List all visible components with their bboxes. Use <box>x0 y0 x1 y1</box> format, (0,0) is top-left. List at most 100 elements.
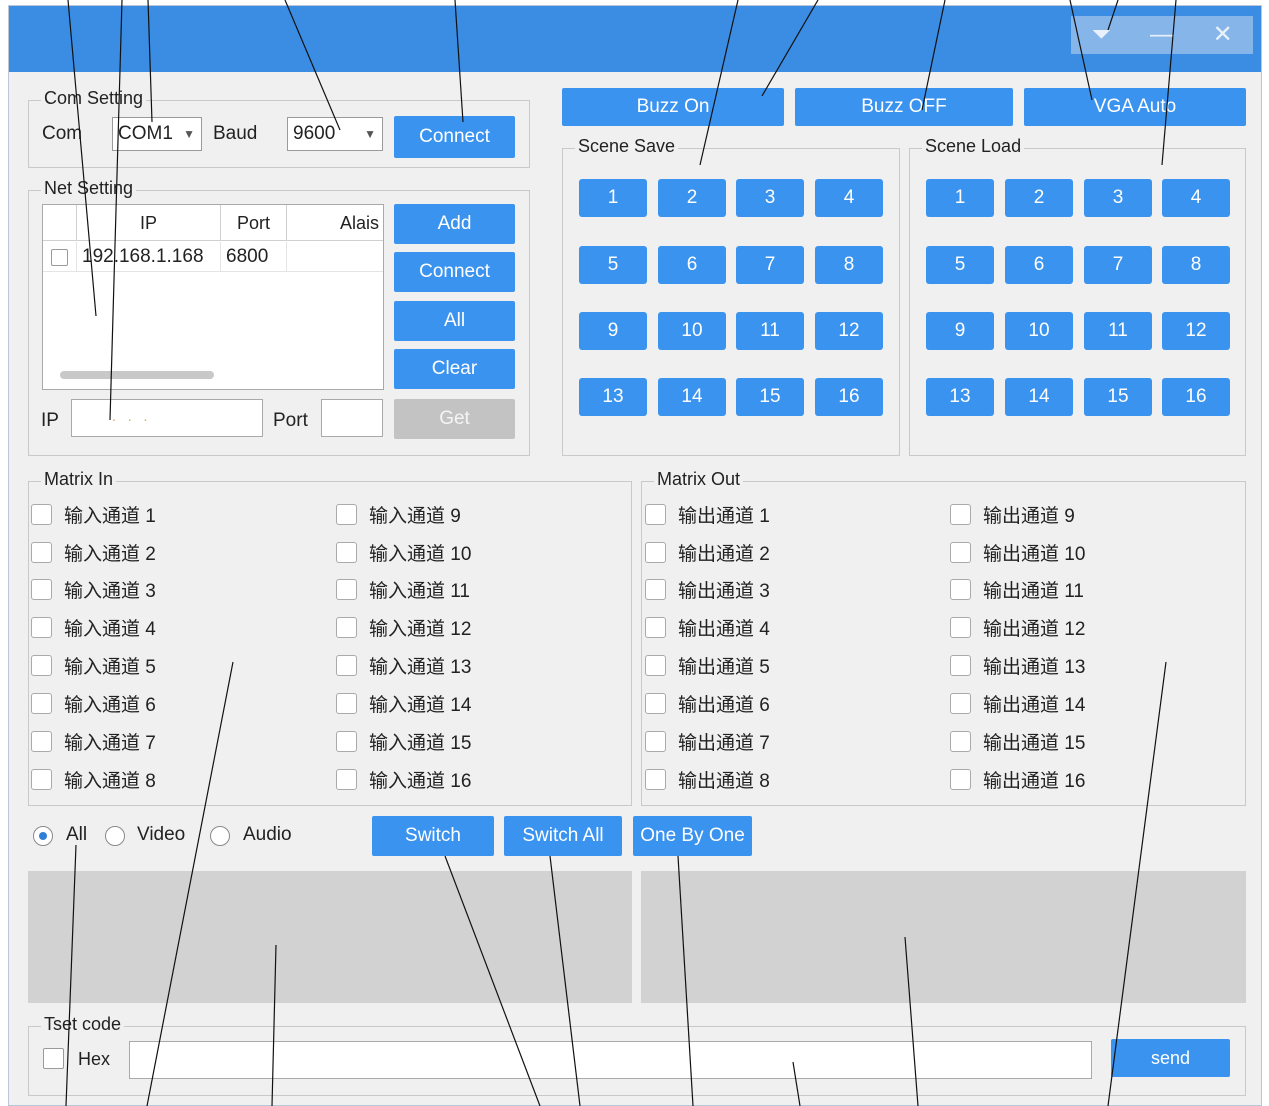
matrix-in-channel-12[interactable]: 输入通道 12 <box>336 615 471 640</box>
com-connect-button[interactable]: Connect <box>394 116 515 158</box>
channel-checkbox[interactable] <box>336 768 357 790</box>
channel-checkbox[interactable] <box>645 654 666 676</box>
scene-load-button-3[interactable]: 3 <box>1084 179 1152 217</box>
matrix-in-channel-8[interactable]: 输入通道 8 <box>31 767 156 792</box>
mode-video-label[interactable]: Video <box>137 824 185 846</box>
matrix-in-channel-5[interactable]: 输入通道 5 <box>31 653 156 678</box>
channel-checkbox[interactable] <box>336 654 357 676</box>
channel-checkbox[interactable] <box>950 692 971 714</box>
matrix-out-channel-11[interactable]: 输出通道 11 <box>950 577 1084 602</box>
scene-save-button-9[interactable]: 9 <box>579 312 647 350</box>
all-button[interactable]: All <box>394 301 515 341</box>
scene-load-button-13[interactable]: 13 <box>926 378 994 416</box>
buzz-on-button[interactable]: Buzz On <box>562 88 784 126</box>
scene-load-button-7[interactable]: 7 <box>1084 246 1152 284</box>
matrix-in-channel-15[interactable]: 输入通道 15 <box>336 729 471 754</box>
channel-checkbox[interactable] <box>31 541 52 563</box>
matrix-out-channel-10[interactable]: 输出通道 10 <box>950 540 1085 565</box>
matrix-out-channel-14[interactable]: 输出通道 14 <box>950 691 1085 716</box>
scene-load-button-2[interactable]: 2 <box>1005 179 1073 217</box>
channel-checkbox[interactable] <box>950 503 971 525</box>
scene-save-button-15[interactable]: 15 <box>736 378 804 416</box>
table-cell-alias[interactable] <box>287 242 383 272</box>
matrix-in-channel-4[interactable]: 输入通道 4 <box>31 615 156 640</box>
channel-checkbox[interactable] <box>950 654 971 676</box>
minimize-icon[interactable]: — <box>1137 16 1187 54</box>
channel-checkbox[interactable] <box>31 692 52 714</box>
mode-audio-label[interactable]: Audio <box>243 824 292 846</box>
one-by-one-button[interactable]: One By One <box>633 816 752 856</box>
buzz-off-button[interactable]: Buzz OFF <box>795 88 1013 126</box>
matrix-in-channel-7[interactable]: 输入通道 7 <box>31 729 156 754</box>
channel-checkbox[interactable] <box>31 578 52 600</box>
get-button[interactable]: Get <box>394 399 515 439</box>
matrix-out-channel-6[interactable]: 输出通道 6 <box>645 691 770 716</box>
matrix-out-channel-2[interactable]: 输出通道 2 <box>645 540 770 565</box>
scene-save-button-10[interactable]: 10 <box>658 312 726 350</box>
vga-auto-button[interactable]: VGA Auto <box>1024 88 1246 126</box>
scene-save-button-14[interactable]: 14 <box>658 378 726 416</box>
test-code-input[interactable] <box>129 1041 1092 1079</box>
matrix-out-channel-16[interactable]: 输出通道 16 <box>950 767 1085 792</box>
channel-checkbox[interactable] <box>645 768 666 790</box>
mode-all-label[interactable]: All <box>66 824 87 846</box>
matrix-out-channel-13[interactable]: 输出通道 13 <box>950 653 1085 678</box>
scene-load-button-4[interactable]: 4 <box>1162 179 1230 217</box>
matrix-in-channel-9[interactable]: 输入通道 9 <box>336 502 461 527</box>
close-icon[interactable]: ✕ <box>1198 16 1248 54</box>
com-port-select[interactable]: COM1 ▼ <box>112 117 202 151</box>
channel-checkbox[interactable] <box>950 616 971 638</box>
scene-load-button-9[interactable]: 9 <box>926 312 994 350</box>
scene-load-button-11[interactable]: 11 <box>1084 312 1152 350</box>
matrix-in-channel-13[interactable]: 输入通道 13 <box>336 653 471 678</box>
hex-checkbox[interactable] <box>43 1048 64 1069</box>
channel-checkbox[interactable] <box>950 541 971 563</box>
baud-select[interactable]: 9600 ▼ <box>287 117 383 151</box>
scene-load-button-16[interactable]: 16 <box>1162 378 1230 416</box>
scene-load-button-14[interactable]: 14 <box>1005 378 1073 416</box>
menu-icon[interactable]: ⏷ <box>1076 16 1126 54</box>
matrix-in-channel-10[interactable]: 输入通道 10 <box>336 540 471 565</box>
matrix-in-channel-1[interactable]: 输入通道 1 <box>31 502 156 527</box>
switch-button[interactable]: Switch <box>372 816 494 856</box>
channel-checkbox[interactable] <box>950 578 971 600</box>
matrix-out-channel-12[interactable]: 输出通道 12 <box>950 615 1085 640</box>
channel-checkbox[interactable] <box>645 578 666 600</box>
channel-checkbox[interactable] <box>336 730 357 752</box>
matrix-in-channel-14[interactable]: 输入通道 14 <box>336 691 471 716</box>
row-checkbox[interactable] <box>51 249 68 266</box>
table-cell-port[interactable]: 6800 <box>221 242 287 272</box>
channel-checkbox[interactable] <box>645 503 666 525</box>
channel-checkbox[interactable] <box>31 654 52 676</box>
scene-save-button-3[interactable]: 3 <box>736 179 804 217</box>
channel-checkbox[interactable] <box>950 730 971 752</box>
net-connect-button[interactable]: Connect <box>394 252 515 292</box>
ip-address-field[interactable]: . . . <box>71 399 263 437</box>
add-button[interactable]: Add <box>394 204 515 244</box>
channel-checkbox[interactable] <box>645 692 666 714</box>
channel-checkbox[interactable] <box>950 768 971 790</box>
scene-load-button-10[interactable]: 10 <box>1005 312 1073 350</box>
channel-checkbox[interactable] <box>31 503 52 525</box>
channel-checkbox[interactable] <box>336 578 357 600</box>
mode-video-radio[interactable] <box>105 826 125 846</box>
channel-checkbox[interactable] <box>645 730 666 752</box>
send-button[interactable]: send <box>1111 1039 1230 1077</box>
matrix-out-channel-4[interactable]: 输出通道 4 <box>645 615 770 640</box>
scene-load-button-6[interactable]: 6 <box>1005 246 1073 284</box>
matrix-out-channel-7[interactable]: 输出通道 7 <box>645 729 770 754</box>
scene-load-button-1[interactable]: 1 <box>926 179 994 217</box>
matrix-in-channel-11[interactable]: 输入通道 11 <box>336 577 470 602</box>
matrix-in-channel-16[interactable]: 输入通道 16 <box>336 767 471 792</box>
scene-save-button-1[interactable]: 1 <box>579 179 647 217</box>
matrix-in-channel-6[interactable]: 输入通道 6 <box>31 691 156 716</box>
matrix-out-channel-15[interactable]: 输出通道 15 <box>950 729 1085 754</box>
channel-checkbox[interactable] <box>336 616 357 638</box>
channel-checkbox[interactable] <box>31 768 52 790</box>
scene-load-button-5[interactable]: 5 <box>926 246 994 284</box>
channel-checkbox[interactable] <box>336 692 357 714</box>
scene-load-button-12[interactable]: 12 <box>1162 312 1230 350</box>
scene-save-button-4[interactable]: 4 <box>815 179 883 217</box>
scene-save-button-13[interactable]: 13 <box>579 378 647 416</box>
channel-checkbox[interactable] <box>336 503 357 525</box>
